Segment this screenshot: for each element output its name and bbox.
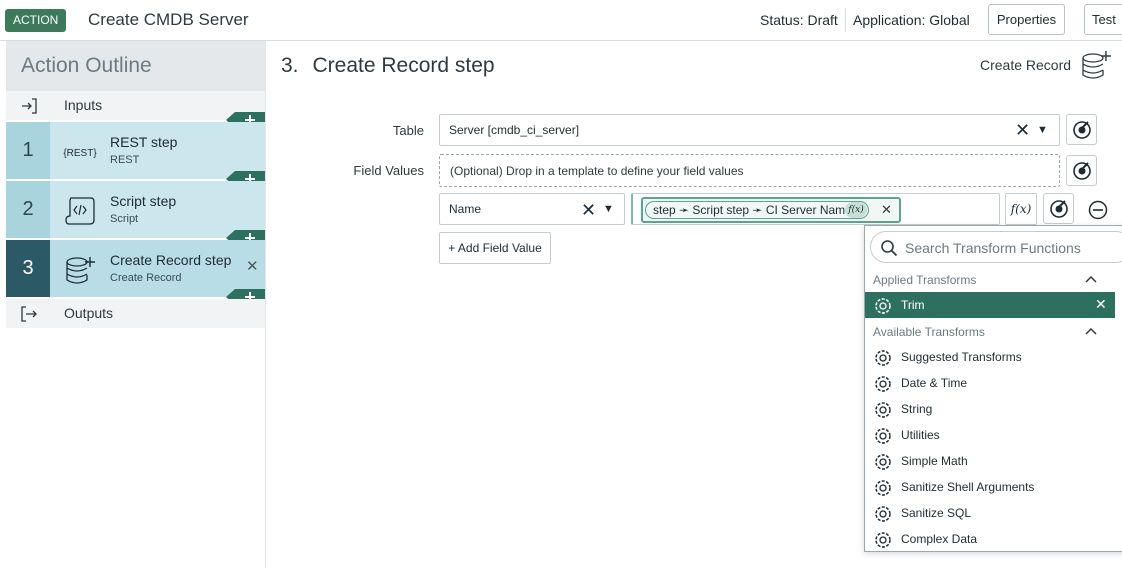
step-title-number: 3. [281,54,299,77]
transform-category-item[interactable]: Suggested Transforms [865,344,1115,370]
transform-gear-icon [875,480,891,496]
test-button[interactable]: Test [1084,4,1122,35]
step-number: 2 [6,181,50,238]
add-field-value-button[interactable]: + Add Field Value [439,232,551,264]
transform-gear-icon [875,376,891,392]
data-pill-icon [1050,200,1068,218]
transform-label: Date & Time [901,376,968,390]
transform-search[interactable] [870,231,1122,263]
applied-transforms-label: Applied Transforms [873,273,977,287]
data-pill-icon [1073,162,1091,180]
transform-gear-icon [875,532,891,548]
field-name-select[interactable]: Name ✕ ▼ [439,193,625,225]
properties-button[interactable]: Properties [988,4,1065,35]
step-name: Create Record step [110,252,232,268]
transform-category-item[interactable]: Date & Time [865,370,1115,396]
remove-pill-icon[interactable]: ✕ [881,202,892,217]
rest-icon: {REST} [63,148,97,159]
transform-category-item[interactable]: Utilities [865,422,1115,448]
table-value: Server [cmdb_ci_server] [449,123,580,137]
chevron-up-icon[interactable] [1085,275,1097,283]
transform-label: Trim [901,298,925,312]
available-transforms-label: Available Transforms [873,325,985,339]
transform-label: Complex Data [901,532,978,546]
field-name-value: Name [449,202,482,216]
template-dropzone[interactable]: (Optional) Drop in a template to define … [439,154,1060,187]
transform-label: Simple Math [901,454,968,468]
table-label: Table [392,123,424,138]
clear-icon[interactable]: ✕ [581,201,596,219]
chevron-down-icon[interactable]: ▼ [1037,124,1048,136]
transform-gear-icon [875,454,891,470]
output-arrow-icon [21,306,37,322]
transform-category-item[interactable]: Simple Math [865,448,1115,474]
transform-label: Sanitize Shell Arguments [901,480,1035,494]
transform-function-button[interactable]: f(x) [1005,193,1037,225]
step-type-label: Create Record [980,57,1072,73]
data-pill-text: step ➛ Script step ➛ CI Server Name [653,203,852,217]
transform-gear-icon [875,402,891,418]
application-label: Application: Global [853,12,970,28]
delete-step-icon[interactable]: ✕ [246,259,259,275]
step-number: 3 [6,240,50,297]
dropzone-text: (Optional) Drop in a template to define … [450,164,744,178]
input-arrow-icon [22,98,37,114]
script-icon [65,197,95,225]
database-add-icon [66,257,95,284]
transform-gear-icon [875,428,891,444]
database-add-icon [1082,51,1111,79]
applied-transform-item[interactable]: Trim ✕ [865,292,1115,318]
step-name: REST step [110,134,178,150]
action-outline-sidebar: Action Outline Inputs 1 {REST} REST step… [6,41,266,568]
step-number: 1 [6,122,50,179]
transform-label: Sanitize SQL [901,506,972,520]
step-type: Create Record [110,272,182,284]
transform-label: String [901,402,933,416]
outputs-label: Outputs [64,305,114,321]
header-divider [845,8,846,32]
transform-gear-icon [875,350,891,366]
status-label: Status: Draft [760,12,838,28]
inputs-label: Inputs [64,97,103,113]
transform-category-item[interactable]: String [865,396,1115,422]
top-header: ACTION Create CMDB Server Status: Draft … [0,0,1122,41]
transform-category-item[interactable]: Sanitize SQL [865,500,1115,526]
field-values-label: Field Values [353,163,424,178]
data-pill-icon [1073,121,1091,139]
data-pill-picker-button[interactable] [1066,114,1097,145]
step-type: Script [110,213,139,225]
transform-badge[interactable]: f(x) [845,202,867,218]
applied-transforms-header[interactable]: Applied Transforms [865,268,1122,292]
remove-transform-icon[interactable]: ✕ [1095,297,1107,312]
available-transforms-header[interactable]: Available Transforms [865,320,1122,344]
chevron-up-icon[interactable] [1085,327,1097,335]
search-icon [881,240,898,257]
transform-label: Suggested Transforms [901,350,1022,364]
transform-label: Utilities [901,428,940,442]
transform-category-item[interactable]: Sanitize Shell Arguments [865,474,1115,500]
transform-gear-icon [875,298,891,314]
svg-text:{REST}: {REST} [63,148,97,159]
transform-gear-icon [875,506,891,522]
step-name: Script step [110,193,177,209]
clear-icon[interactable]: ✕ [1015,121,1030,139]
transform-category-item[interactable]: Complex Data [865,526,1115,552]
data-pill-picker-button[interactable] [1066,155,1097,186]
chevron-down-icon[interactable]: ▼ [603,203,614,215]
sidebar-title: Action Outline [6,41,265,91]
step-title-text: Create Record step [312,54,495,77]
data-pill-picker-button[interactable] [1043,193,1074,224]
action-badge: ACTION [5,9,67,32]
remove-field-icon[interactable] [1088,200,1108,220]
data-pill[interactable]: step ➛ Script step ➛ CI Server Name f(x)… [641,197,901,223]
table-select[interactable]: Server [cmdb_ci_server] ✕ ▼ [439,114,1060,146]
action-title: Create CMDB Server [88,10,249,29]
transform-functions-panel: Applied Transforms Trim ✕ Available Tran… [864,225,1122,552]
step-type: REST [110,154,140,166]
sidebar-item-outputs[interactable]: Outputs [6,299,265,328]
step-title: 3. Create Record step [281,54,495,78]
transform-search-input[interactable] [905,238,1122,258]
